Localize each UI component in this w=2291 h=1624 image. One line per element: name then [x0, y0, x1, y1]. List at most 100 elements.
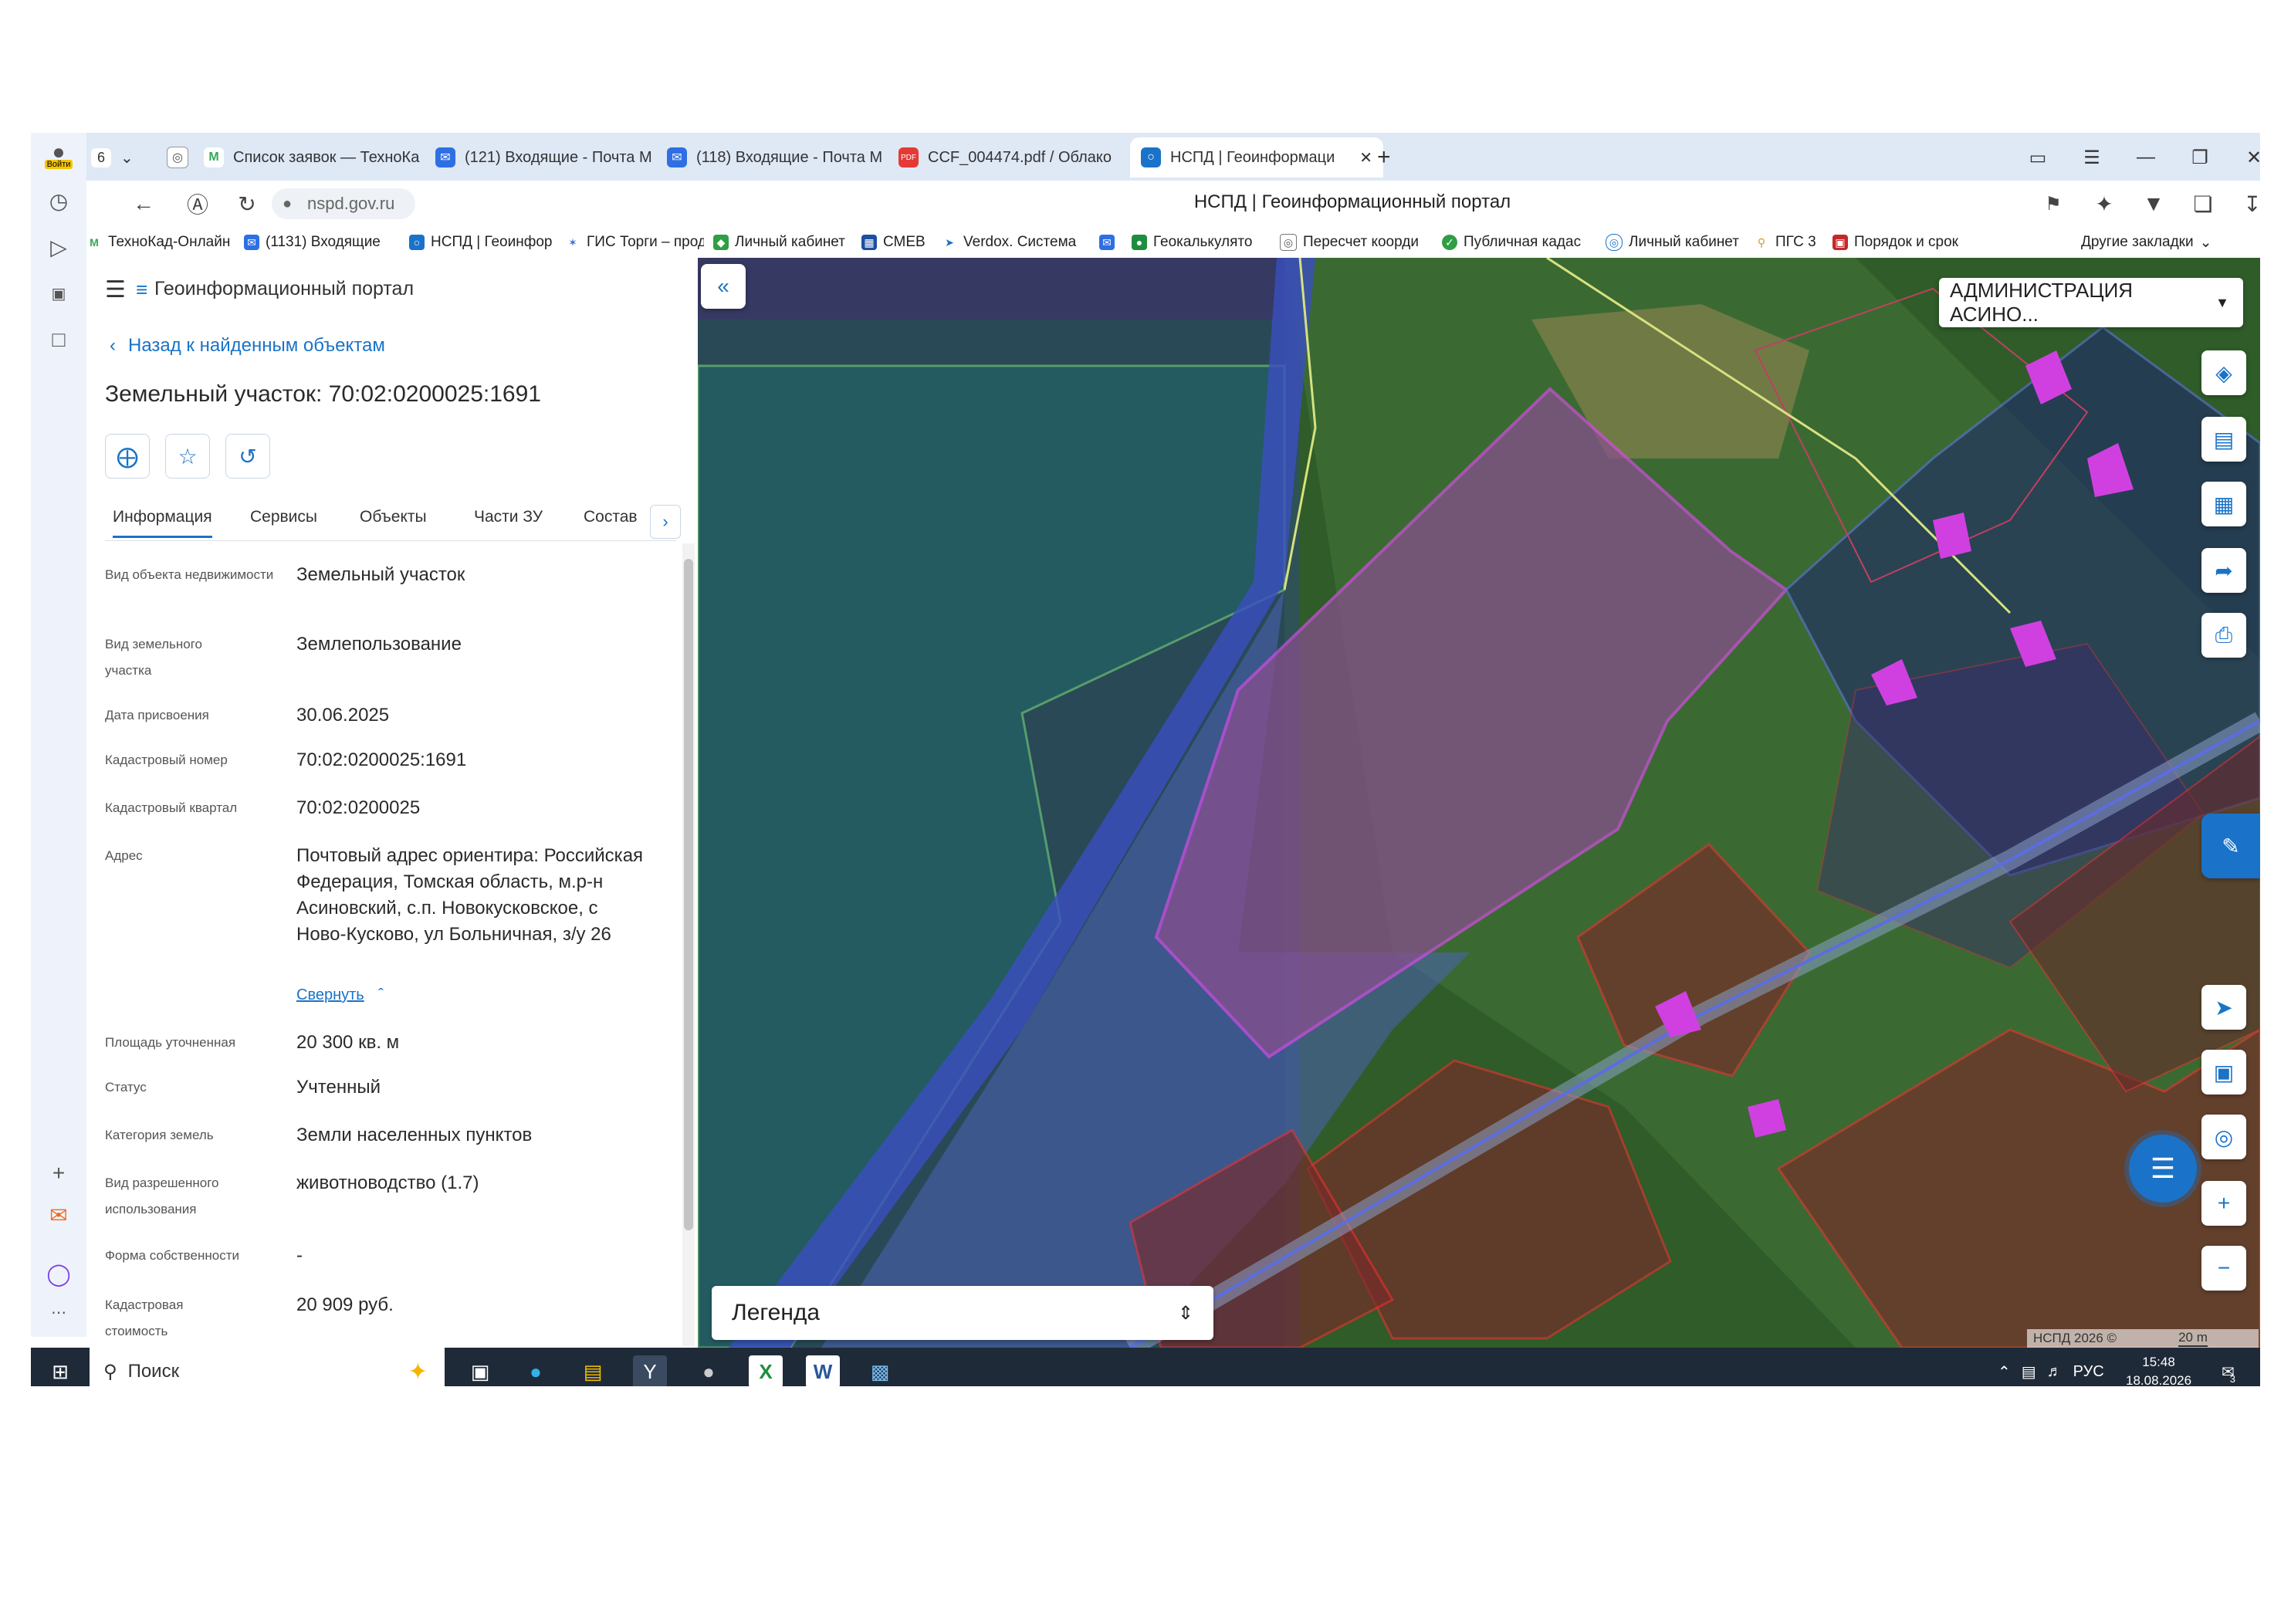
bookmark-5[interactable]: ▦ СМЕВ	[861, 232, 931, 253]
bookmark-3[interactable]: ✶ ГИС Торги – прод	[565, 232, 704, 253]
bookmark-11[interactable]: ◎ Личный кабинет	[1606, 232, 1744, 253]
legend-select[interactable]: Легенда ⇕	[712, 1286, 1213, 1340]
bookmark-4[interactable]: ◆ Личный кабинет	[713, 232, 852, 253]
taskbar-search[interactable]: ⚲ Поиск ✦	[90, 1348, 445, 1386]
history-icon[interactable]: ◷	[42, 184, 76, 218]
notification-count: 3	[2229, 1372, 2235, 1385]
download-icon[interactable]: ↧	[2237, 188, 2260, 219]
vpn-icon[interactable]: ▼	[2138, 188, 2169, 219]
close-window-icon[interactable]: ✕	[2237, 140, 2260, 174]
tab-services[interactable]: Сервисы	[250, 508, 317, 526]
bookmark-8[interactable]: ● Геокалькулято	[1132, 232, 1271, 253]
bookmark-1[interactable]: ✉ (1131) Входящие	[244, 232, 383, 253]
print-button[interactable]: ⎙	[2201, 613, 2246, 658]
select-area-button[interactable]: ▦	[2201, 482, 2246, 526]
windows-start-icon[interactable]: ⊞	[43, 1355, 77, 1386]
tab-2[interactable]: ✉ (118) Входящие - Почта М	[667, 137, 891, 178]
share-button[interactable]: ➦	[2201, 548, 2246, 593]
url-field[interactable]: ● nspd.gov.ru	[272, 188, 415, 219]
back-link[interactable]: ‹ Назад к найденным объектам	[110, 335, 385, 357]
bookmark-10[interactable]: ✓ Публичная кадас	[1442, 232, 1596, 253]
bookmark-0[interactable]: M ТехноКад-Онлайн	[86, 232, 233, 253]
folder-icon[interactable]: ▤	[576, 1355, 610, 1386]
assistant-button[interactable]: ✎	[2201, 814, 2260, 878]
screenshot-icon[interactable]: □	[42, 323, 76, 357]
bookmark-13[interactable]: ▣ Порядок и срок	[1832, 232, 1971, 253]
bookmark-6[interactable]: ➤ Verdox. Система	[942, 232, 1088, 253]
volume-icon[interactable]: ♬	[2047, 1363, 2063, 1381]
tabs-next-button[interactable]: ›	[650, 505, 681, 539]
vpn-app-icon[interactable]: ●	[692, 1355, 726, 1386]
tab-3[interactable]: PDF CCF_004474.pdf / Облако	[898, 137, 1122, 178]
minimap-button[interactable]: ▣	[2201, 1050, 2246, 1095]
play-icon[interactable]: ▷	[42, 230, 76, 264]
collapse-panel-button[interactable]: «	[701, 264, 746, 309]
collapse-link[interactable]: Свернуть ˆ	[296, 986, 384, 1004]
extension-icon[interactable]: ✦	[2089, 188, 2120, 219]
attr-key: Вид разрешенного использования	[105, 1176, 219, 1216]
clock[interactable]: 15:48 18.08.2026	[2126, 1348, 2191, 1386]
tab-counter[interactable]: 6 ⌄	[91, 137, 153, 178]
tab-composition[interactable]: Состав	[584, 508, 638, 526]
layers-button[interactable]: ◈	[2201, 350, 2246, 395]
mail-app-icon[interactable]: ✉	[42, 1198, 76, 1232]
restore-icon[interactable]: ❐	[2183, 140, 2217, 174]
sparkle-icon: ✦	[408, 1358, 428, 1385]
bookmark-icon[interactable]: ⚑	[2038, 188, 2069, 219]
administration-select[interactable]: АДМИНИСТРАЦИЯ АСИНО... ▼	[1939, 278, 2243, 327]
excel-icon[interactable]: X	[749, 1355, 783, 1386]
history-button[interactable]: ↺	[225, 434, 270, 479]
hamburger-icon[interactable]: ☰	[105, 276, 126, 303]
other-bookmarks[interactable]: Другие закладки ⌄	[2081, 232, 2235, 253]
measure-button[interactable]: ▤	[2201, 417, 2246, 462]
bookmark-9[interactable]: ◎ Пересчет коорди	[1280, 232, 1434, 253]
geolocation-button[interactable]: ➤	[2201, 985, 2246, 1030]
locate-object-button[interactable]: ⨁	[105, 434, 150, 479]
tab-count-icon[interactable]: ▣	[42, 276, 76, 310]
tab-1[interactable]: ✉ (121) Входящие - Почта М	[435, 137, 659, 178]
tab-pinned[interactable]: ◎	[167, 137, 198, 178]
panel-scrollbar[interactable]	[682, 543, 695, 1346]
profile-button[interactable]: ● Войти	[42, 137, 76, 171]
collections-icon[interactable]: ▭	[2021, 140, 2055, 174]
add-icon[interactable]: +	[42, 1156, 76, 1190]
bookmark-7[interactable]: ✉	[1099, 232, 1122, 253]
chevron-up-icon[interactable]: ⌃	[1998, 1362, 2011, 1382]
scrollbar-thumb[interactable]	[684, 559, 693, 1230]
reader-icon[interactable]: ❏	[2188, 188, 2218, 219]
bookmark-2[interactable]: ○ НСПД | Геоинфор	[409, 232, 556, 253]
edge-icon[interactable]: ●	[519, 1355, 553, 1386]
tab-information[interactable]: Информация	[113, 508, 212, 538]
menu-icon[interactable]: ☰	[2075, 140, 2109, 174]
map-view[interactable]: « АДМИНИСТРАЦИЯ АСИНО... ▼ ◈ ▤ ▦ ➦ ⎙ ✎ ➤…	[698, 258, 2260, 1348]
task-view-icon[interactable]: ▣	[463, 1355, 497, 1386]
map-canvas[interactable]	[698, 258, 2260, 1348]
tab-4[interactable]: ○ НСПД | Геоинформаци ✕	[1130, 137, 1383, 178]
yandex-icon[interactable]: Ⓐ	[182, 188, 213, 219]
tab-0[interactable]: M Список заявок — ТехноКа	[204, 137, 428, 178]
chat-button[interactable]: ☰	[2129, 1135, 2197, 1203]
more-icon[interactable]: ⋯	[42, 1295, 76, 1329]
new-tab-button[interactable]: +	[1377, 137, 1408, 178]
language-indicator[interactable]: РУС	[2073, 1363, 2104, 1381]
tab-objects[interactable]: Объекты	[360, 508, 427, 526]
word-icon[interactable]: W	[806, 1355, 840, 1386]
attr-value: Учтенный	[296, 1077, 381, 1098]
close-icon[interactable]: ✕	[1359, 148, 1372, 167]
tab-parts[interactable]: Части ЗУ	[474, 508, 543, 526]
select-area-icon: ▦	[2213, 492, 2235, 516]
yandex-browser-icon[interactable]: Y	[633, 1355, 667, 1386]
gmail-icon: M	[204, 147, 224, 167]
search-location-button[interactable]: ◎	[2201, 1115, 2246, 1159]
zoom-out-button[interactable]: −	[2201, 1246, 2246, 1291]
network-icon[interactable]: ▤	[2022, 1362, 2036, 1382]
favorite-button[interactable]: ☆	[165, 434, 210, 479]
bookmark-12[interactable]: ⚲ ПГС 3	[1754, 232, 1823, 253]
minimize-icon[interactable]: —	[2129, 140, 2163, 174]
zoom-in-button[interactable]: +	[2201, 1181, 2246, 1226]
alice-icon[interactable]: ◯	[42, 1257, 76, 1291]
window-app-icon[interactable]: ▩	[863, 1355, 897, 1386]
reload-icon[interactable]: ↻	[232, 188, 262, 219]
back-arrow-icon[interactable]: ←	[128, 188, 159, 219]
notifications-button[interactable]: ✉ 3	[2222, 1348, 2235, 1386]
